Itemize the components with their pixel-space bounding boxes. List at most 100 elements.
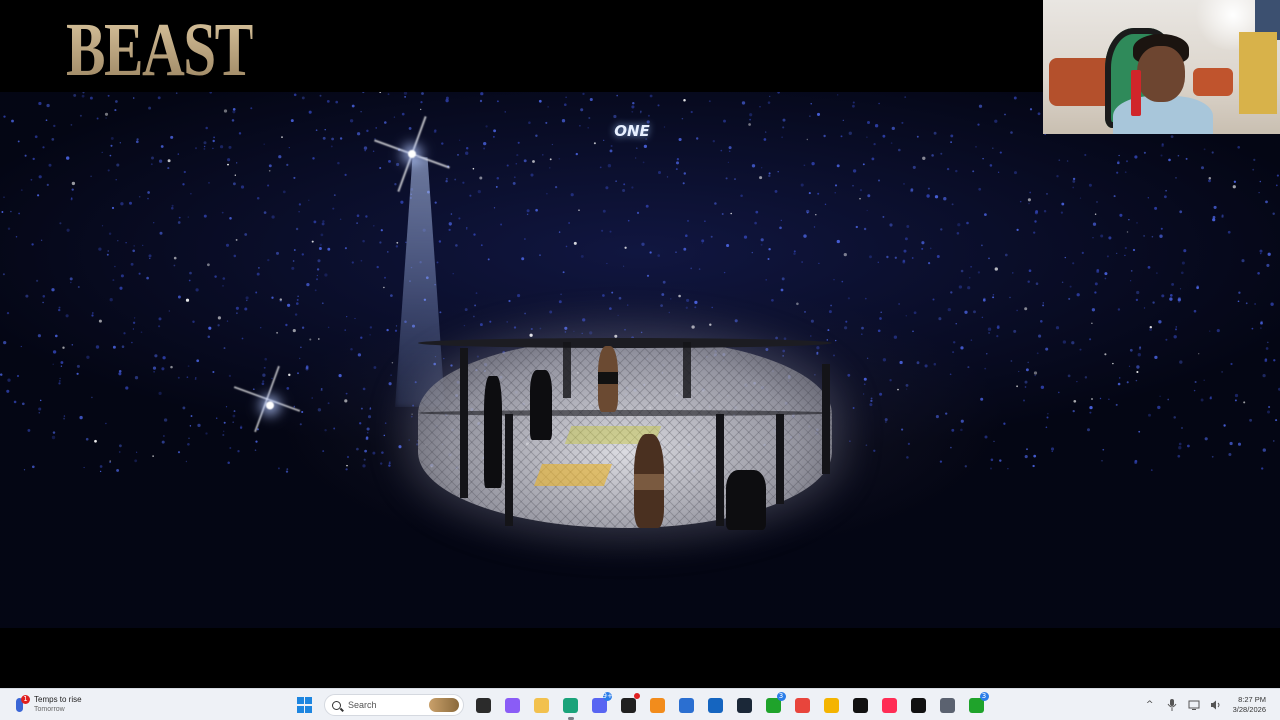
crowd-light: [1046, 416, 1049, 419]
crowd-light: [17, 140, 20, 143]
xbox-icon[interactable]: 3: [763, 692, 786, 716]
store-icon[interactable]: [676, 694, 698, 716]
discord-icon[interactable]: 9+: [589, 692, 613, 716]
crowd-light: [322, 450, 325, 453]
outlook-icon[interactable]: [705, 694, 727, 716]
crowd-light: [1068, 297, 1071, 300]
crowd-light: [558, 231, 561, 233]
crowd-light: [133, 245, 136, 247]
clock-time: 8:27 PM: [1238, 695, 1266, 704]
crowd-light: [82, 92, 85, 94]
crowd-light: [173, 264, 176, 267]
crowd-light: [609, 230, 612, 233]
crowd-light: [1108, 398, 1110, 400]
crowd-light: [1004, 253, 1008, 257]
crowd-light: [662, 280, 666, 284]
cage-official: [530, 370, 552, 440]
obs-icon[interactable]: [618, 693, 640, 716]
crowd-light: [859, 189, 863, 192]
rockstar-icon[interactable]: [821, 694, 843, 716]
crowd-light: [886, 255, 889, 259]
crowd-light: [464, 308, 468, 312]
crowd-light: [1177, 454, 1181, 458]
crowd-light: [635, 147, 638, 150]
settings-icon[interactable]: [937, 694, 959, 716]
file-explorer-dark-icon[interactable]: [473, 694, 495, 716]
crowd-light: [564, 326, 568, 330]
crowd-light: [609, 149, 613, 153]
crowd-light: [379, 92, 382, 94]
edge-icon[interactable]: [560, 694, 582, 720]
crowd-light: [1117, 382, 1121, 386]
crowd-light: [615, 180, 617, 182]
steam-icon[interactable]: [734, 694, 756, 716]
crowd-light: [290, 119, 294, 123]
video-player[interactable]: ONE BEAST: [0, 0, 1280, 688]
crowd-light: [535, 134, 538, 137]
crowd-light: [240, 185, 245, 189]
vlc-icon[interactable]: [647, 694, 669, 716]
weather-widget[interactable]: 1 Temps to rise Tomorrow: [12, 692, 132, 718]
crowd-light: [727, 161, 730, 164]
crowd-light: [337, 161, 340, 165]
crowd-light: [1072, 186, 1075, 189]
crowd-light: [1259, 249, 1263, 253]
crowd-light: [278, 155, 282, 159]
crowd-light: [1118, 154, 1120, 157]
crowd-light: [344, 329, 346, 331]
chrome-icon[interactable]: [792, 694, 814, 716]
crowd-light: [1200, 398, 1204, 402]
crowd-light: [45, 119, 48, 122]
microphone-icon[interactable]: [1165, 698, 1179, 712]
crowd-light: [967, 366, 970, 369]
cage-post: [460, 348, 468, 498]
crowd-light: [676, 161, 679, 165]
crowd-light: [107, 250, 109, 252]
full-screen-app-icon[interactable]: [850, 694, 872, 716]
crowd-light: [960, 428, 963, 432]
crowd-light: [860, 333, 863, 336]
clock[interactable]: 8:27 PM 3/28/2026: [1233, 695, 1266, 715]
crowd-light: [813, 226, 816, 228]
crowd-light: [167, 159, 171, 163]
crowd-light: [350, 348, 353, 351]
crowd-light: [267, 258, 270, 262]
start-button[interactable]: [294, 694, 316, 716]
crowd-light: [912, 165, 916, 169]
crowd-light: [582, 318, 586, 322]
crowd-light: [196, 359, 200, 363]
volume-icon[interactable]: [1209, 698, 1223, 712]
crowd-light: [768, 174, 771, 178]
tiktok-live-icon[interactable]: [908, 694, 930, 716]
crowd-light: [1275, 419, 1278, 422]
crowd-light: [110, 136, 114, 140]
notification-badge: 1: [21, 695, 30, 704]
crowd-light: [1092, 222, 1097, 226]
crowd-light: [37, 334, 41, 338]
show-hidden-icons-chevron[interactable]: ^: [1143, 698, 1157, 712]
crowd-light: [1027, 280, 1030, 283]
tiktok-icon[interactable]: [879, 694, 901, 716]
crowd-light: [1034, 220, 1037, 223]
crowd-light: [782, 118, 786, 122]
crowd-light: [611, 291, 614, 294]
crowd-light: [988, 257, 990, 260]
crowd-light: [877, 329, 881, 333]
crowd-light: [354, 317, 356, 320]
xbox-game-bar-icon[interactable]: 3: [966, 692, 989, 716]
copilot-icon[interactable]: [502, 694, 524, 716]
crowd-light: [549, 310, 553, 314]
crowd-light: [327, 247, 331, 251]
crowd-light: [817, 192, 820, 195]
crowd-light: [1010, 131, 1013, 134]
crowd-light: [1158, 320, 1162, 324]
network-icon[interactable]: [1187, 698, 1201, 712]
taskbar-search-box[interactable]: Search: [324, 694, 464, 716]
crowd-light: [20, 189, 23, 191]
crowd-light: [445, 177, 448, 180]
crowd-light: [936, 255, 940, 258]
crowd-light: [356, 214, 360, 217]
crowd-light: [969, 277, 971, 279]
crowd-light: [132, 328, 135, 330]
folder-icon[interactable]: [531, 694, 553, 716]
